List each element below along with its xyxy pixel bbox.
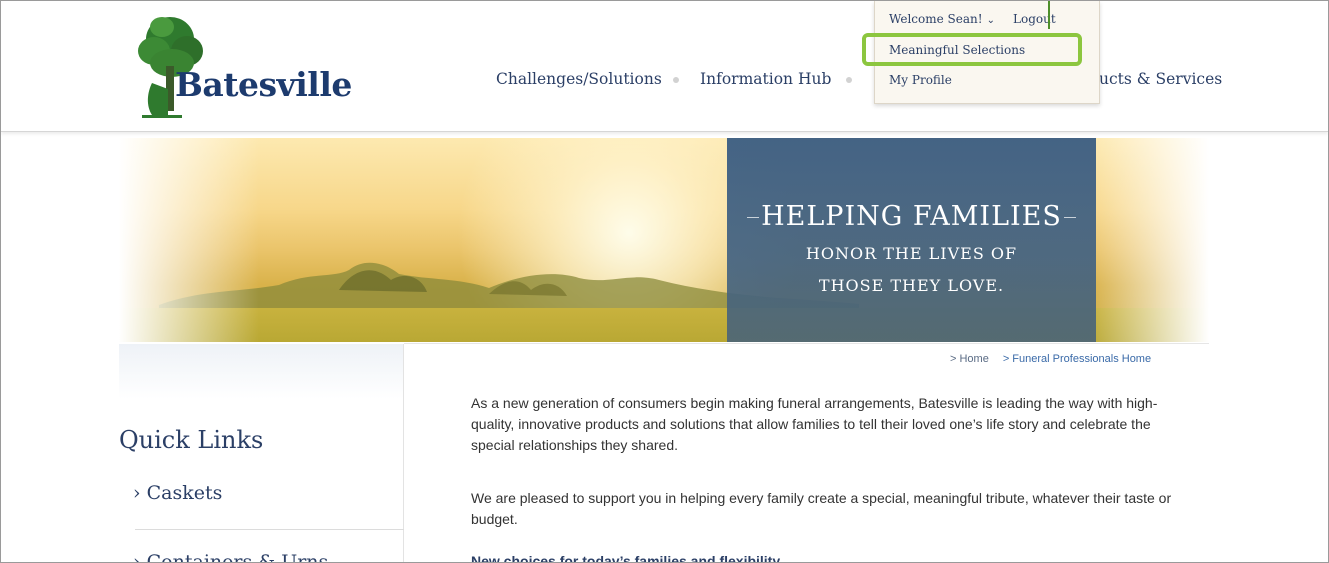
- browser-viewport: HELPING FAMILIES HONOR THE LIVES OF THOS…: [0, 0, 1329, 563]
- annotation-pointer: [1048, 1, 1050, 29]
- welcome-text: Welcome Sean!: [889, 12, 983, 26]
- nav-separator: [846, 77, 852, 83]
- quick-links-title: Quick Links: [119, 426, 264, 454]
- hero-subline-1: HONOR THE LIVES OF: [805, 244, 1018, 263]
- nav-separator: [673, 77, 679, 83]
- chevron-down-icon: ⌄: [986, 15, 995, 26]
- hero-fade-right: [1089, 138, 1209, 342]
- divider: [135, 529, 404, 530]
- quick-links-sidebar: Quick Links › Caskets › Containers & Urn…: [119, 344, 404, 562]
- nav-challenges-solutions[interactable]: Challenges/Solutions: [496, 70, 662, 88]
- site-header: Batesville Challenges/Solutions Informat…: [1, 1, 1328, 132]
- quick-link-caskets[interactable]: › Caskets: [133, 482, 222, 504]
- hero-text-panel: HELPING FAMILIES HONOR THE LIVES OF THOS…: [727, 138, 1096, 342]
- quick-link-containers-urns[interactable]: › Containers & Urns: [133, 551, 328, 562]
- hero-banner: HELPING FAMILIES HONOR THE LIVES OF THOS…: [119, 138, 1209, 342]
- hero-fade-left: [119, 138, 259, 342]
- divider: [404, 343, 1209, 344]
- hero-subline-2: THOSE THEY LOVE.: [818, 276, 1005, 295]
- highlight-box: [862, 33, 1082, 66]
- nav-products-services[interactable]: ucts & Services: [1099, 70, 1222, 88]
- hero-headline: HELPING FAMILIES: [727, 201, 1096, 232]
- welcome-user-toggle[interactable]: Welcome Sean! ⌄: [889, 12, 995, 26]
- breadcrumb-funeral-professionals-home[interactable]: > Funeral Professionals Home: [1003, 353, 1151, 365]
- support-paragraph: We are pleased to support you in helping…: [471, 490, 1172, 527]
- nav-information-hub[interactable]: Information Hub: [700, 70, 831, 88]
- breadcrumb-home[interactable]: > Home: [950, 353, 989, 365]
- brand-logo-text[interactable]: Batesville: [175, 65, 352, 104]
- intro-paragraph: As a new generation of consumers begin m…: [471, 395, 1158, 453]
- section-heading: New choices for today’s families and fle…: [471, 553, 781, 563]
- breadcrumb: > Home > Funeral Professionals Home: [950, 353, 1151, 365]
- menu-item-my-profile[interactable]: My Profile: [889, 73, 952, 87]
